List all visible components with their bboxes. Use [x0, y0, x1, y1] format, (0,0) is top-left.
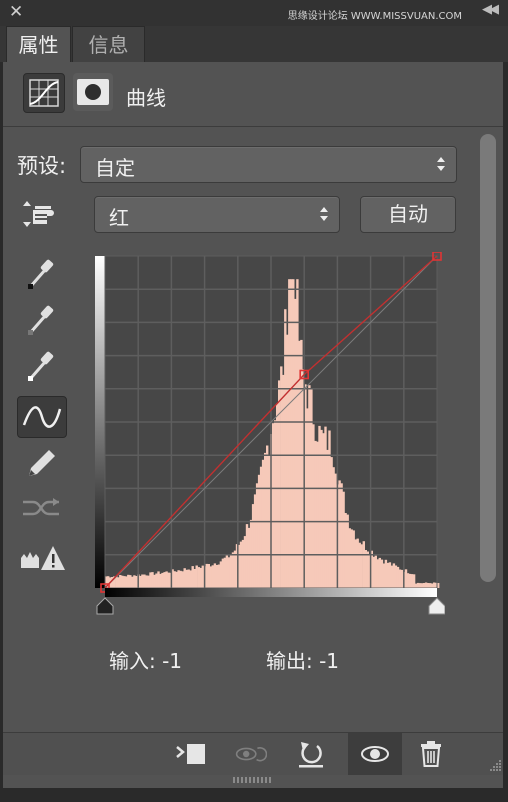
histogram-bar — [294, 298, 297, 588]
channel-value: 红 — [109, 206, 129, 230]
histogram-bar — [129, 575, 132, 588]
preset-label: 预设: — [17, 154, 67, 178]
input-gradient-bar — [105, 588, 437, 597]
adjustment-title: 曲线 — [126, 86, 166, 110]
tab-bar: 属性 信息 — [0, 26, 508, 78]
histogram-bar — [426, 583, 430, 588]
curves-graph[interactable] — [93, 252, 445, 618]
tab-properties[interactable]: 属性 — [6, 26, 71, 63]
clip-to-layer-icon[interactable] — [175, 739, 207, 769]
toggle-previous-state-icon[interactable] — [235, 739, 267, 769]
visibility-eye-icon[interactable] — [360, 741, 390, 767]
histogram-bar — [394, 565, 398, 588]
histogram-bar — [161, 572, 164, 588]
scrollbar-thumb[interactable] — [480, 134, 496, 582]
visibility-toggle-bg[interactable] — [348, 733, 402, 775]
on-image-adjust-icon[interactable] — [17, 194, 65, 234]
histogram-bar — [245, 524, 249, 588]
output-gradient-bar — [95, 256, 105, 588]
input-readout: 输入: -1 — [109, 649, 183, 673]
clipping-warning-icon[interactable] — [17, 536, 65, 576]
collapse-icon[interactable]: ◀◀ — [482, 2, 499, 17]
preset-dropdown[interactable]: 自定 — [80, 146, 457, 183]
white-point-slider[interactable] — [428, 597, 445, 615]
close-icon[interactable]: ✕ — [9, 2, 23, 22]
auto-button[interactable]: 自动 — [360, 196, 456, 233]
sample-white-eyedropper-icon[interactable] — [17, 346, 65, 386]
histogram-bar — [278, 380, 281, 588]
layer-mask-icon[interactable] — [73, 73, 113, 111]
sample-gray-eyedropper-icon[interactable] — [17, 300, 65, 340]
sample-black-eyedropper-icon[interactable] — [17, 254, 65, 294]
bottom-toolbar — [3, 732, 503, 775]
output-readout: 输出: -1 — [266, 649, 340, 673]
tab-info[interactable]: 信息 — [72, 26, 145, 63]
adjustment-header: 曲线 — [3, 62, 503, 127]
black-point-slider[interactable] — [96, 597, 114, 615]
panel-titlebar: ✕ 思缘设计论坛 WWW.MISSVUAN.COM ◀◀ — [0, 0, 508, 27]
histogram-bar — [145, 575, 148, 588]
resize-corner-icon[interactable] — [488, 758, 502, 772]
histogram-bar — [378, 557, 381, 588]
reset-icon[interactable] — [295, 739, 327, 769]
histogram-bar — [261, 459, 265, 588]
pencil-draw-icon[interactable] — [17, 442, 65, 482]
histogram-bar — [179, 570, 182, 588]
histogram-bar — [195, 565, 198, 588]
properties-panel: 曲线 预设: 自定 红 自动 输入: -1 输出: -1 — [3, 62, 503, 788]
edit-points-curve-icon[interactable] — [17, 396, 67, 438]
preset-value: 自定 — [95, 156, 135, 180]
histogram-bar — [312, 424, 315, 588]
histogram-bar — [227, 557, 231, 588]
resize-grip-icon[interactable] — [232, 776, 274, 784]
watermark-text: 思缘设计论坛 WWW.MISSVUAN.COM — [287, 11, 462, 22]
dropdown-arrows-icon — [320, 207, 328, 221]
histogram-bar — [328, 430, 331, 588]
curves-adjustment-icon[interactable] — [23, 73, 65, 113]
histogram-bar — [344, 513, 347, 588]
dropdown-arrows-icon — [437, 157, 445, 171]
histogram-bar — [410, 574, 414, 588]
smooth-curve-icon[interactable] — [17, 488, 65, 528]
trash-icon[interactable] — [415, 739, 447, 769]
histogram-bar — [360, 544, 363, 588]
histogram-bar — [211, 565, 214, 588]
channel-dropdown[interactable]: 红 — [94, 196, 340, 233]
